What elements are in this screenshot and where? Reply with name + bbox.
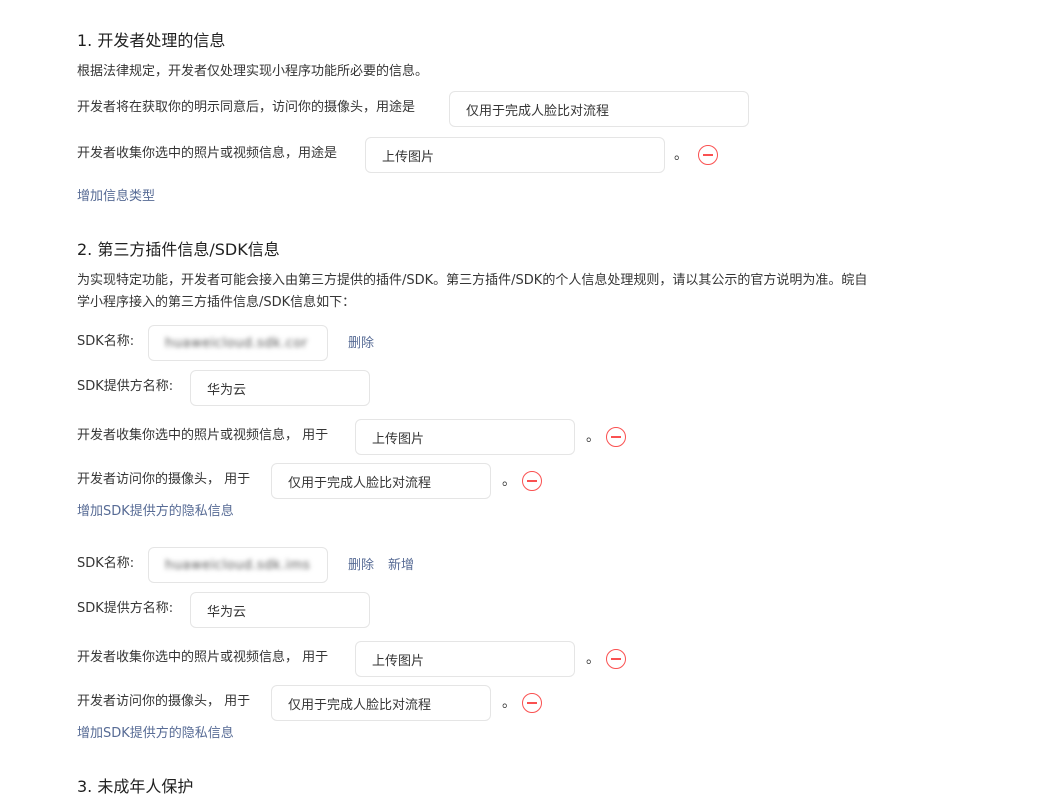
photo-purpose-value: 上传图片 bbox=[382, 149, 435, 165]
sdk-photo-purpose-value: 上传图片 bbox=[372, 653, 425, 669]
sdk-name-label: SDK名称: bbox=[77, 334, 135, 349]
delete-sdk-link[interactable]: 删除 bbox=[348, 332, 374, 351]
sdk-camera-purpose-input[interactable]: 仅用于完成人脸比对流程 bbox=[271, 463, 491, 499]
section-2-description: 为实现特定功能，开发者可能会接入由第三方提供的插件/SDK。第三方插件/SDK的… bbox=[77, 273, 868, 310]
period: 。 bbox=[502, 695, 516, 711]
sdk-photo-purpose-input[interactable]: 上传图片 bbox=[355, 641, 575, 677]
sdk-name-label: SDK名称: bbox=[77, 556, 135, 571]
period: 。 bbox=[502, 473, 516, 489]
period: 。 bbox=[674, 147, 688, 163]
remove-icon[interactable] bbox=[522, 693, 542, 713]
camera-purpose-value: 仅用于完成人脸比对流程 bbox=[466, 103, 610, 119]
sdk-name-input[interactable]: huaweicloud.sdk.cor bbox=[148, 325, 328, 361]
camera-purpose-label: 开发者将在获取你的明示同意后，访问你的摄像头，用途是 bbox=[77, 100, 416, 115]
remove-icon[interactable] bbox=[606, 427, 626, 447]
section-1-description: 根据法律规定，开发者仅处理实现小程序功能所必要的信息。 bbox=[77, 64, 429, 79]
photo-purpose-input[interactable]: 上传图片 bbox=[365, 137, 665, 173]
sdk-camera-purpose-label: 开发者访问你的摄像头， 用于 bbox=[77, 472, 251, 487]
sdk-photo-purpose-value: 上传图片 bbox=[372, 431, 425, 447]
sdk-camera-purpose-value: 仅用于完成人脸比对流程 bbox=[288, 697, 432, 713]
remove-icon[interactable] bbox=[698, 145, 718, 165]
add-info-type-link[interactable]: 增加信息类型 bbox=[77, 185, 155, 204]
sdk-provider-label: SDK提供方名称: bbox=[77, 379, 174, 394]
section-2-title: 2. 第三方插件信息/SDK信息 bbox=[77, 240, 280, 259]
sdk-camera-purpose-input[interactable]: 仅用于完成人脸比对流程 bbox=[271, 685, 491, 721]
sdk-provider-input[interactable]: 华为云 bbox=[190, 370, 370, 406]
camera-purpose-input[interactable]: 仅用于完成人脸比对流程 bbox=[449, 91, 749, 127]
add-sdk-privacy-link[interactable]: 增加SDK提供方的隐私信息 bbox=[77, 722, 234, 741]
add-sdk-privacy-link[interactable]: 增加SDK提供方的隐私信息 bbox=[77, 500, 234, 519]
sdk-camera-purpose-value: 仅用于完成人脸比对流程 bbox=[288, 475, 432, 491]
sdk-name-value: huaweicloud.sdk.ims bbox=[165, 557, 311, 573]
sdk-camera-purpose-label: 开发者访问你的摄像头， 用于 bbox=[77, 694, 251, 709]
sdk-name-input[interactable]: huaweicloud.sdk.ims bbox=[148, 547, 328, 583]
remove-icon[interactable] bbox=[522, 471, 542, 491]
sdk-photo-purpose-label: 开发者收集你选中的照片或视频信息， 用于 bbox=[77, 650, 329, 665]
sdk-provider-value: 华为云 bbox=[207, 382, 247, 398]
sdk-provider-label: SDK提供方名称: bbox=[77, 601, 174, 616]
sdk-provider-input[interactable]: 华为云 bbox=[190, 592, 370, 628]
privacy-settings-page: 1. 开发者处理的信息 根据法律规定，开发者仅处理实现小程序功能所必要的信息。 … bbox=[0, 0, 1045, 800]
section-1-title: 1. 开发者处理的信息 bbox=[77, 31, 226, 50]
delete-sdk-link[interactable]: 删除 bbox=[348, 554, 374, 573]
period: 。 bbox=[586, 429, 600, 445]
remove-icon[interactable] bbox=[606, 649, 626, 669]
sdk-name-value: huaweicloud.sdk.cor bbox=[165, 335, 308, 351]
add-sdk-link[interactable]: 新增 bbox=[388, 554, 414, 573]
sdk-provider-value: 华为云 bbox=[207, 604, 247, 620]
photo-purpose-label: 开发者收集你选中的照片或视频信息，用途是 bbox=[77, 146, 338, 161]
period: 。 bbox=[586, 651, 600, 667]
section-3-title: 3. 未成年人保护 bbox=[77, 777, 194, 796]
sdk-photo-purpose-label: 开发者收集你选中的照片或视频信息， 用于 bbox=[77, 428, 329, 443]
sdk-photo-purpose-input[interactable]: 上传图片 bbox=[355, 419, 575, 455]
